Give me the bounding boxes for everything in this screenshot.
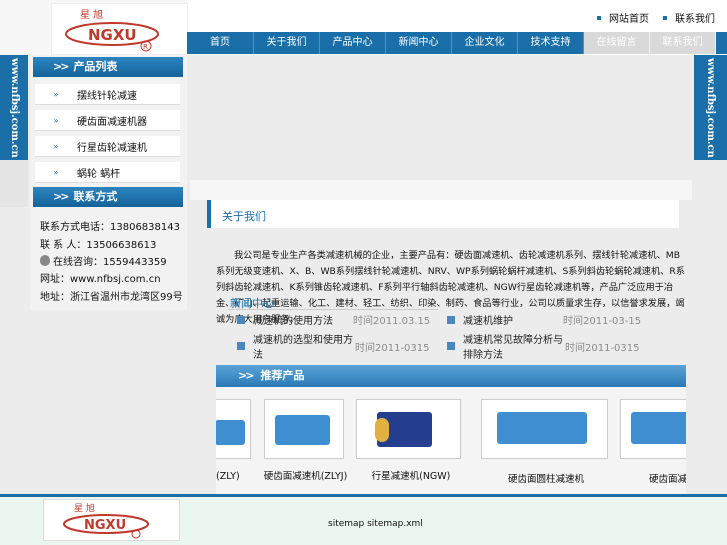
top-link-contact[interactable]: 联系我们 (663, 10, 715, 25)
bullet-arrow-icon: » (53, 167, 59, 177)
sidebar-product-item[interactable]: » 行星齿轮减速机 (35, 136, 180, 157)
svg-text:星 旭: 星 旭 (74, 502, 95, 514)
double-chevron-icon: >> (53, 190, 70, 203)
products-heading: >> 产品列表 (33, 57, 183, 77)
footer-logo[interactable]: 星 旭 NGXU (43, 499, 180, 541)
contact-qq[interactable]: 在线咨询：1559443359 (40, 253, 167, 268)
qq-icon (40, 255, 50, 266)
about-title: 关于我们 (222, 210, 266, 223)
product-label[interactable]: 硬齿面减速机(ZLYJ) (258, 468, 353, 482)
double-chevron-icon: >> (238, 369, 255, 382)
site-logo[interactable]: 星 旭 NGXU R (51, 3, 188, 55)
contact-address: 地址：浙江省温州市龙湾区99号 (40, 292, 183, 303)
bullet-icon (663, 15, 667, 20)
main-nav: 首页 关于我们 产品中心 新闻中心 企业文化 技术支持 在线留言 联系我们 (187, 32, 727, 54)
nav-item-news[interactable]: 新闻中心 (386, 32, 452, 54)
contact-heading: >> 联系方式 (33, 187, 183, 207)
svg-text:NGXU: NGXU (88, 26, 137, 44)
svg-text:星 旭: 星 旭 (80, 9, 103, 21)
contact-person: 联 系 人：13506638613 (40, 240, 157, 251)
product-label[interactable]: (ZLY) (216, 471, 240, 482)
svg-text:R: R (143, 43, 148, 51)
bullet-arrow-icon: » (53, 115, 59, 125)
left-banner-shadow (0, 160, 28, 207)
news-item[interactable]: 减速机维护 时间2011-03-15 (447, 312, 641, 327)
nav-item-products[interactable]: 产品中心 (320, 32, 386, 54)
news-item[interactable]: 减速机的选型和使用方法 时间2011-0315 (237, 331, 430, 361)
product-image[interactable] (620, 399, 686, 459)
nav-item-contact[interactable]: 联系我们 (650, 32, 716, 54)
top-links: 网站首页 联系我们 (597, 10, 715, 25)
product-image[interactable] (264, 399, 344, 459)
top-link-home[interactable]: 网站首页 (597, 10, 649, 25)
svg-text:NGXU: NGXU (84, 518, 126, 533)
left-url-banner: www.nfbsj.com.cn (0, 55, 28, 160)
nav-item-culture[interactable]: 企业文化 (452, 32, 518, 54)
product-label[interactable]: 硬齿面圆柱减速机 (491, 471, 601, 485)
footer-sitemap-links[interactable]: sitemap sitemap.xml (328, 519, 423, 529)
product-image[interactable] (481, 399, 608, 459)
news-item[interactable]: 减速机常见故障分析与排除方法 时间2011-0315 (447, 331, 640, 361)
grid-bullet-icon (447, 315, 455, 324)
product-label[interactable]: 硬齿面减速机 (649, 471, 686, 485)
nav-item-home[interactable]: 首页 (187, 32, 254, 54)
sidebar-product-item[interactable]: » 蜗轮 蜗杆 (35, 162, 180, 183)
product-image[interactable] (216, 399, 251, 459)
sidebar-product-item[interactable]: » 硬齿面减速机器 (35, 110, 180, 131)
grid-bullet-icon (237, 342, 245, 350)
about-title-box (207, 200, 679, 228)
grid-bullet-icon (447, 342, 455, 350)
double-chevron-icon: >> (53, 60, 70, 73)
right-url-banner: www.nfbsj.com.cn (694, 55, 727, 160)
bullet-arrow-icon: » (53, 141, 59, 151)
grid-bullet-icon (237, 315, 245, 324)
nav-item-about[interactable]: 关于我们 (254, 32, 320, 54)
recommend-heading: >> 推荐产品 (216, 365, 686, 387)
contact-website: 网址：www.nfbsj.com.cn (40, 274, 161, 285)
nav-item-message[interactable]: 在线留言 (584, 32, 650, 54)
about-header-strip (190, 180, 692, 200)
product-label[interactable]: 行星减速机(NGW) (361, 468, 461, 482)
product-image[interactable] (356, 399, 461, 459)
recommend-scroller: (ZLY) 硬齿面减速机(ZLYJ) 行星减速机(NGW) 硬齿面圆柱减速机 硬… (216, 387, 686, 494)
bullet-icon (597, 15, 601, 20)
bullet-arrow-icon: » (53, 89, 59, 99)
news-item[interactable]: 减速机的使用方法 时间2011.03.15 (237, 312, 430, 327)
sidebar-product-item[interactable]: » 摆线针轮减速 (35, 84, 180, 105)
contact-phone: 联系方式电话：13806838143 (40, 222, 180, 233)
nav-item-support[interactable]: 技术支持 (518, 32, 584, 54)
news-divider (228, 309, 438, 310)
